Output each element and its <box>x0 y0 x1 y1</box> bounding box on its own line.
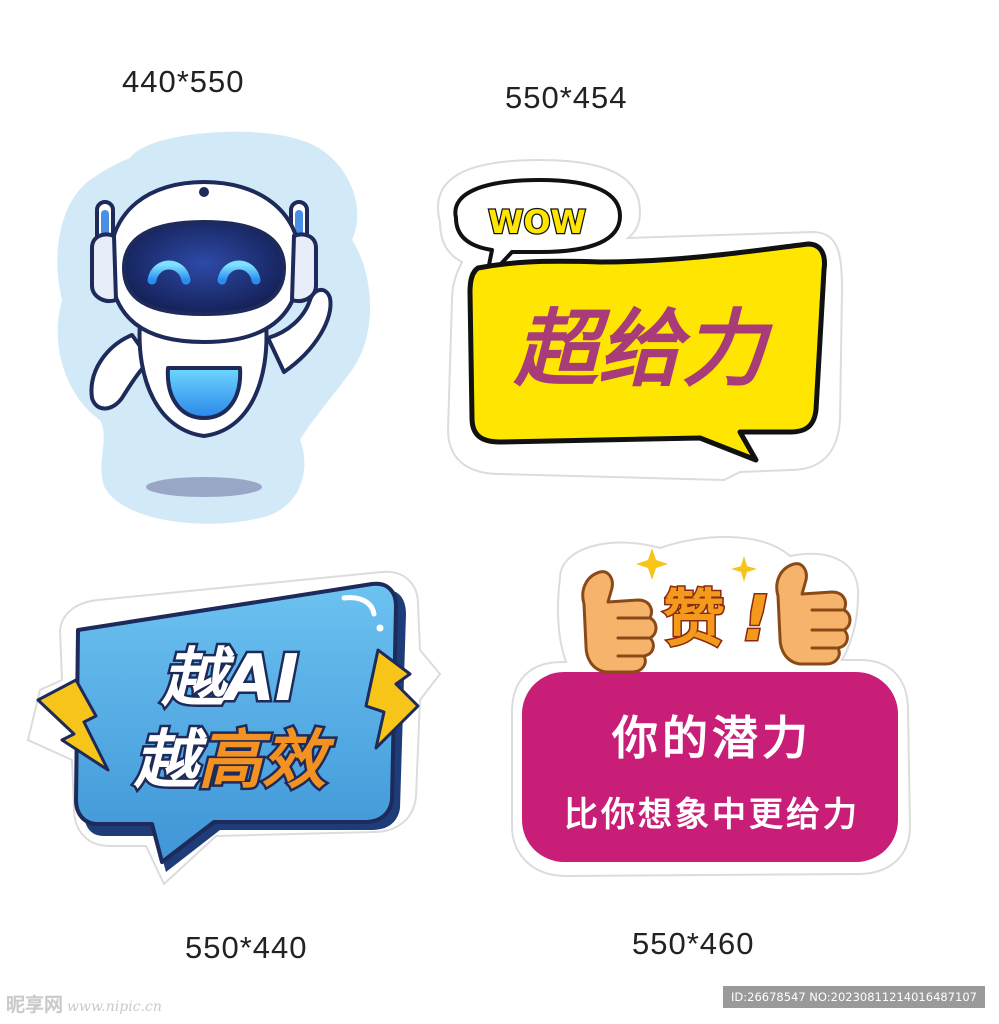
robot-sticker <box>57 131 371 524</box>
ai-blue-bubble <box>74 581 398 864</box>
praise-line1: 你的潜力 <box>611 711 812 765</box>
watermark: 昵享网 www.nipic.cn <box>6 994 162 1016</box>
wow-sticker: WOW 超给力 <box>437 158 844 482</box>
stickers-artboard: WOW 超给力 越AI 越高效 赞 ! 你的潜力 比你想象中更给力 <box>26 131 912 886</box>
wow-main-text: 超给力 <box>513 300 773 398</box>
praise-sticker: 赞 ! 你的潜力 比你想象中更给力 <box>511 536 912 878</box>
praise-title: 赞 <box>663 582 725 655</box>
robot-shadow <box>146 477 262 497</box>
ai-line1: 越AI <box>160 642 298 716</box>
ai-line2: 越高效 <box>133 724 335 798</box>
praise-exclaim: ! <box>742 582 770 655</box>
robot-visor <box>121 219 287 317</box>
praise-line2: 比你想象中更给力 <box>564 795 860 835</box>
wow-bubble-text: WOW <box>488 203 586 241</box>
image-id-badge: ID:26678547 NO:20230811214016487107 <box>723 986 985 1008</box>
ai-sticker: 越AI 越高效 <box>26 570 442 886</box>
